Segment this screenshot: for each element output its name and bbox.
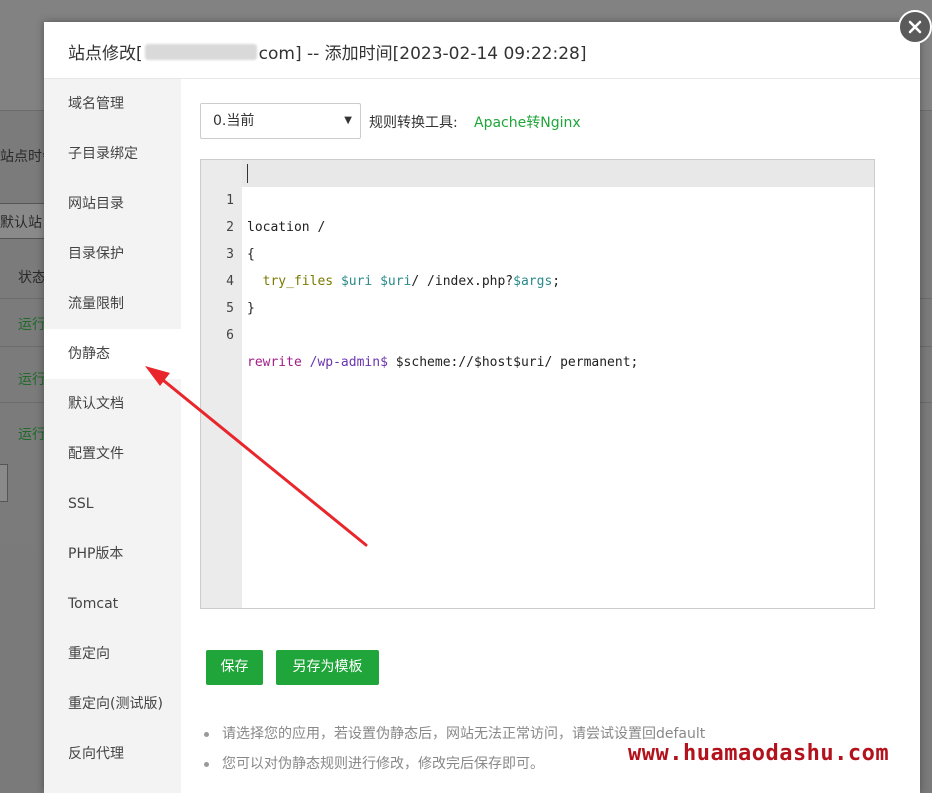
sidebar-item-redirect-beta[interactable]: 重定向(测试版) [44,679,181,729]
close-x-glyph [908,20,922,34]
dialog-title-prefix: 站点修改[ [68,44,143,64]
apache-to-nginx-link[interactable]: Apache转Nginx [474,112,581,132]
sidebar-item-redirect[interactable]: 重定向 [44,629,181,679]
line-number: 6 [226,328,234,343]
dialog-title-suffix: com] -- 添加时间[2023-02-14 09:22:28] [258,44,587,64]
code-text: rewrite /wp-admin$ $scheme://$host$uri/ … [247,355,639,370]
background-status: 运行 [18,372,46,388]
dialog-title: 站点修改[ com] -- 添加时间[2023-02-14 09:22:28] [68,39,586,64]
watermark-text: www.huamaodashu.com [628,741,890,766]
bullet-icon [204,732,209,737]
background-status: 运行 [18,317,46,333]
dialog-header: 站点修改[ com] -- 添加时间[2023-02-14 09:22:28] [44,22,920,79]
save-button[interactable]: 保存 [206,650,263,685]
code-line: 5 [201,268,874,316]
sidebar-item-ssl[interactable]: SSL [44,479,181,529]
sidebar-item-default-doc[interactable]: 默认文档 [44,379,181,429]
settings-sidebar: 域名管理 子目录绑定 网站目录 目录保护 流量限制 伪静态 默认文档 配置文件 … [44,79,182,793]
caret-down-icon: ▼ [344,115,352,126]
sidebar-item-dir-protect[interactable]: 目录保护 [44,229,181,279]
sidebar-item-rewrite[interactable]: 伪静态 [44,329,182,379]
site-edit-dialog: 站点修改[ com] -- 添加时间[2023-02-14 09:22:28] … [44,22,920,793]
code-line: 1 location / [201,160,874,235]
sidebar-item-subdir-binding[interactable]: 子目录绑定 [44,129,181,179]
sidebar-item-tomcat[interactable]: Tomcat [44,579,181,629]
bullet-icon [204,762,209,767]
tip-text: 请选择您的应用，若设置伪静态后，网站无法正常访问，请尝试设置回default [222,726,706,742]
sidebar-item-php-version[interactable]: PHP版本 [44,529,181,579]
sidebar-item-traffic-limit[interactable]: 流量限制 [44,279,181,329]
background-text: 默认站 [0,215,42,231]
background-column-header: 状态 [18,270,46,286]
code-line: 6 rewrite /wp-admin$ $scheme://$host$uri… [201,295,874,370]
sidebar-item-domain[interactable]: 域名管理 [44,79,181,129]
rewrite-template-select[interactable]: 0.当前 ▼ [200,103,361,139]
code-line: 2 { [201,187,874,262]
code-line: 3 try_files $uri $uri/ /index.php?$args; [201,214,874,289]
sidebar-item-config-file[interactable]: 配置文件 [44,429,181,479]
code-line: 4 } [201,241,874,316]
sidebar-item-reverse-proxy[interactable]: 反向代理 [44,729,181,779]
redacted-domain [144,43,257,60]
background-status: 运行 [18,427,46,443]
rewrite-panel: 0.当前 ▼ 规则转换工具: Apache转Nginx 1 location /… [181,79,920,793]
convert-tool-label: 规则转换工具: [369,115,458,131]
close-icon[interactable] [898,10,932,44]
rewrite-code-editor[interactable]: 1 location / 2 { 3 try_files $uri $uri/ … [200,159,875,609]
background-pager [0,464,8,502]
select-value: 0.当前 [213,113,255,129]
sidebar-item-site-dir[interactable]: 网站目录 [44,179,181,229]
save-as-template-button[interactable]: 另存为模板 [276,650,379,685]
tip-text: 您可以对伪静态规则进行修改，修改完后保存即可。 [222,756,544,772]
